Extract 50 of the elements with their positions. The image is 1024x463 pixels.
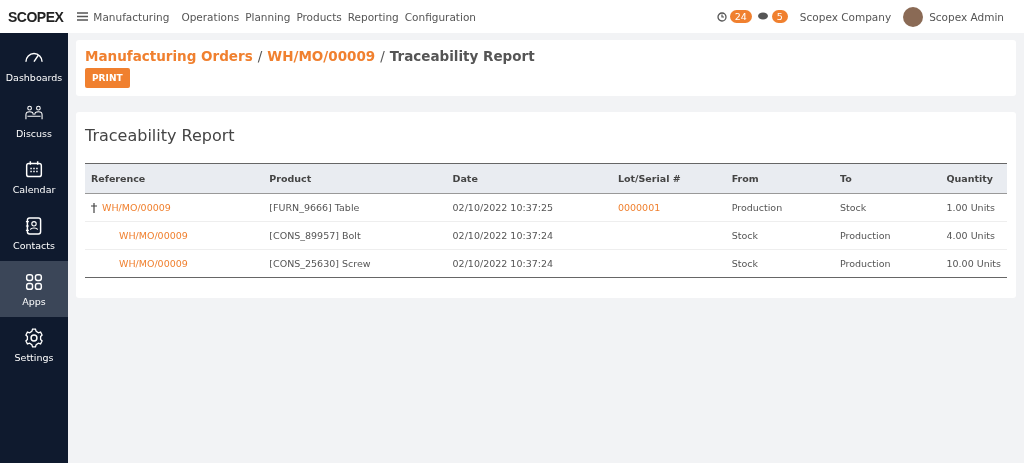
page-title: Traceability Report	[389, 48, 535, 64]
table-cell: [CONS_89957] Bolt	[263, 221, 447, 250]
menu-icon[interactable]	[77, 12, 89, 21]
user-name[interactable]: Scopex Admin	[929, 10, 1004, 23]
menu-item[interactable]: Operations	[181, 10, 240, 23]
chat-icon[interactable]	[757, 12, 769, 21]
table-cell: 02/10/2022 10:37:25	[446, 193, 612, 222]
app-name[interactable]: Manufacturing	[93, 10, 170, 23]
column-header: Lot/Serial #	[611, 163, 726, 194]
menu-item[interactable]: Configuration	[404, 10, 476, 23]
column-header: Date	[446, 163, 612, 194]
column-header: From	[725, 163, 834, 194]
table-cell: Production	[725, 193, 834, 222]
column-header: To	[833, 163, 941, 194]
table-cell: Stock	[725, 249, 834, 278]
menu-item[interactable]: Reporting	[347, 10, 399, 23]
avatar[interactable]	[903, 6, 924, 27]
menu-item[interactable]: Planning	[245, 10, 291, 23]
sidebar-item[interactable]: Discuss	[0, 93, 68, 149]
report-title: Traceability Report	[85, 126, 236, 145]
sidebar-item[interactable]: Dashboards	[0, 37, 68, 93]
column-header: Product	[263, 163, 447, 194]
sidebar-item[interactable]: Apps	[0, 261, 68, 317]
table-cell: 02/10/2022 10:37:24	[446, 249, 612, 278]
clock-icon[interactable]	[716, 11, 727, 22]
table-cell: [CONS_25630] Screw	[263, 249, 447, 278]
table-cell: Production	[833, 221, 941, 250]
message-count: 5	[771, 10, 788, 23]
table-cell: Production	[833, 249, 941, 278]
breadcrumb-separator: /	[380, 48, 385, 64]
company-name[interactable]: Scopex Company	[799, 10, 892, 23]
menu-item[interactable]: Products	[296, 10, 342, 23]
table-cell: 1.00 Units	[940, 193, 1007, 222]
expand-icon[interactable]	[91, 202, 97, 213]
settings-icon	[23, 327, 45, 349]
column-header: Quantity	[940, 163, 1007, 194]
activity-count: 24	[729, 10, 752, 23]
table-cell: 10.00 Units	[940, 249, 1007, 278]
table-cell: Stock	[833, 193, 941, 222]
sidebar-item[interactable]: Settings	[0, 317, 68, 373]
table-cell: 4.00 Units	[940, 221, 1007, 250]
table-cell: [FURN_9666] Table	[263, 193, 447, 222]
apps-icon	[23, 271, 45, 293]
table-cell: Stock	[725, 221, 834, 250]
sidebar-item[interactable]: Contacts	[0, 205, 68, 261]
column-header: Reference	[85, 163, 264, 194]
sidebar-item[interactable]: Calendar	[0, 149, 68, 205]
breadcrumb-separator: /	[257, 48, 263, 64]
logo: SCOPEX	[8, 8, 64, 25]
table-cell: 02/10/2022 10:37:24	[446, 221, 612, 250]
